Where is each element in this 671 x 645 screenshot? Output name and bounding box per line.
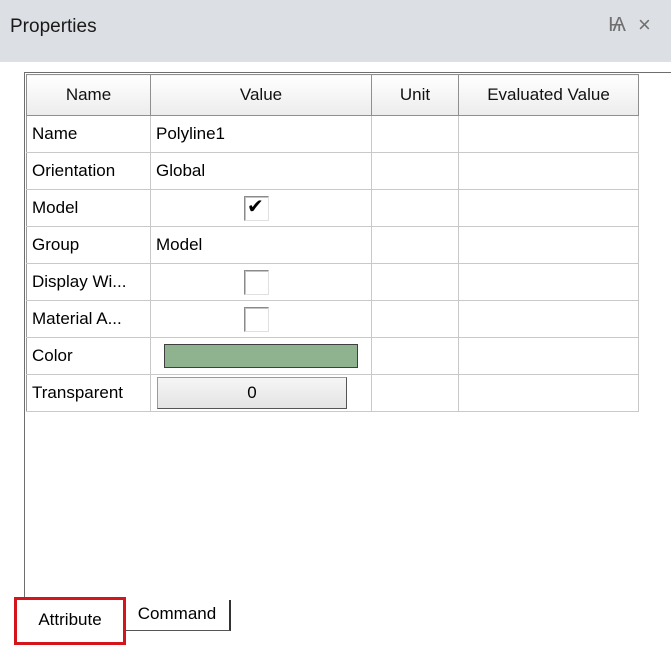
panel-title: Properties: [10, 16, 97, 37]
material-appearance-checkbox[interactable]: [244, 306, 269, 332]
color-swatch-button[interactable]: [164, 344, 358, 368]
property-name: Orientation: [26, 152, 151, 190]
property-evaluated-value: [458, 152, 639, 190]
panel-titlebar: Properties Ѩ ×: [0, 0, 671, 62]
property-unit[interactable]: [371, 263, 459, 301]
table-row[interactable]: Color: [26, 337, 639, 375]
table-row[interactable]: Orientation Global: [26, 152, 639, 190]
property-name: Material A...: [26, 300, 151, 338]
display-wireframe-checkbox[interactable]: [244, 269, 269, 295]
property-evaluated-value: [458, 226, 639, 264]
property-evaluated-value: [458, 115, 639, 153]
property-unit[interactable]: [371, 152, 459, 190]
property-name: Color: [26, 337, 151, 375]
header-evaluated-value[interactable]: Evaluated Value: [458, 74, 639, 116]
property-evaluated-value: [458, 374, 639, 412]
property-name: Group: [26, 226, 151, 264]
property-unit[interactable]: [371, 189, 459, 227]
property-grid: Name Value Unit Evaluated Value Name Pol…: [26, 74, 639, 412]
pin-icon[interactable]: Ѩ: [608, 14, 626, 37]
table-row[interactable]: Material A...: [26, 300, 639, 338]
property-value-cell: ✔: [150, 189, 372, 227]
property-unit[interactable]: [371, 337, 459, 375]
header-name[interactable]: Name: [26, 74, 151, 116]
table-row[interactable]: Transparent 0: [26, 374, 639, 412]
transparency-button[interactable]: 0: [157, 377, 347, 409]
table-row[interactable]: Model ✔: [26, 189, 639, 227]
property-evaluated-value: [458, 337, 639, 375]
property-value-cell: [150, 300, 372, 338]
table-row[interactable]: Group Model: [26, 226, 639, 264]
tab-attribute[interactable]: Attribute: [14, 597, 126, 645]
property-value-cell: 0: [150, 374, 372, 412]
property-unit[interactable]: [371, 300, 459, 338]
model-checkbox[interactable]: ✔: [244, 195, 269, 221]
grid-header-row: Name Value Unit Evaluated Value: [26, 74, 639, 116]
property-value-cell: [150, 263, 372, 301]
property-name: Transparent: [26, 374, 151, 412]
property-name: Name: [26, 115, 151, 153]
table-row[interactable]: Name Polyline1: [26, 115, 639, 153]
property-value-field[interactable]: Model: [150, 226, 372, 264]
property-unit[interactable]: [371, 374, 459, 412]
property-unit[interactable]: [371, 115, 459, 153]
header-value[interactable]: Value: [150, 74, 372, 116]
close-icon[interactable]: ×: [638, 12, 651, 38]
property-unit[interactable]: [371, 226, 459, 264]
property-evaluated-value: [458, 189, 639, 227]
checkmark-icon: ✔: [247, 195, 264, 218]
property-evaluated-value: [458, 263, 639, 301]
tab-command[interactable]: Command: [124, 600, 231, 631]
property-value-field[interactable]: Global: [150, 152, 372, 190]
property-name: Display Wi...: [26, 263, 151, 301]
table-row[interactable]: Display Wi...: [26, 263, 639, 301]
property-evaluated-value: [458, 300, 639, 338]
property-value-cell: [150, 337, 372, 375]
property-name: Model: [26, 189, 151, 227]
header-unit[interactable]: Unit: [371, 74, 459, 116]
property-value-field[interactable]: Polyline1: [150, 115, 372, 153]
